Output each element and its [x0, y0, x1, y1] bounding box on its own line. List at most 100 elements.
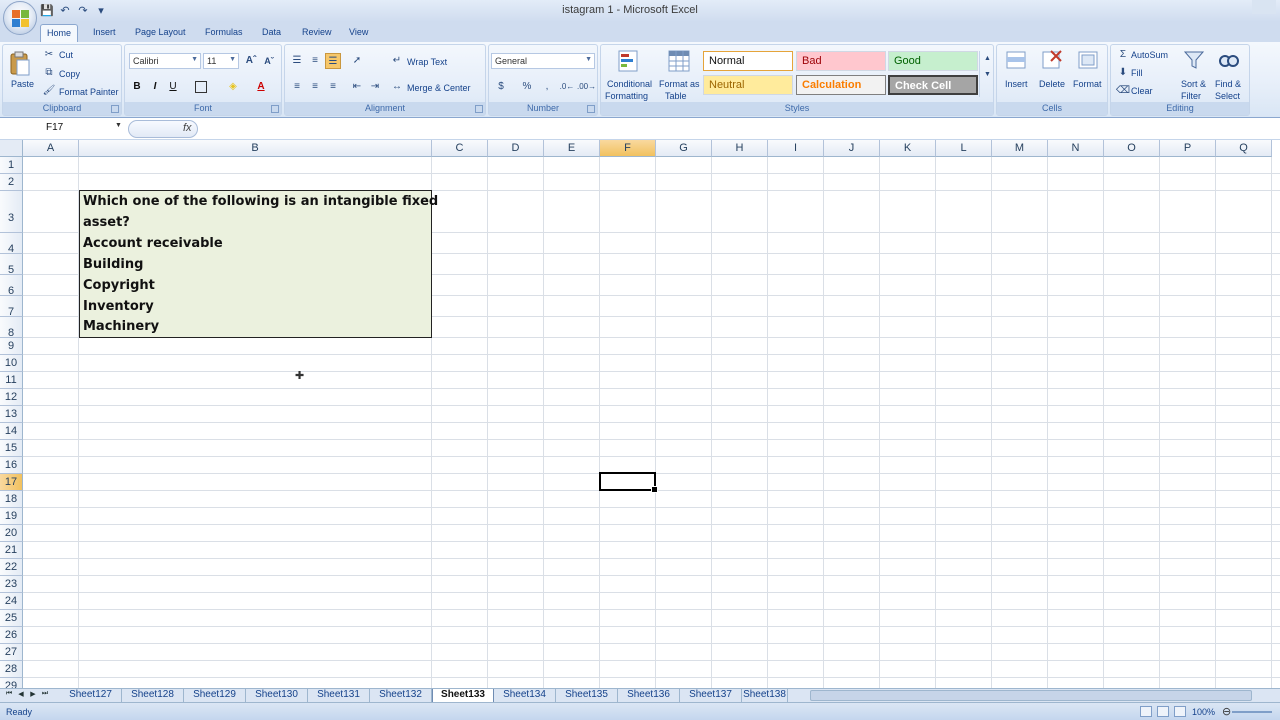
- column-header-l[interactable]: L: [936, 140, 992, 157]
- horizontal-scrollbar[interactable]: [810, 690, 1252, 701]
- row-header-3[interactable]: 3: [0, 191, 23, 233]
- column-header-f[interactable]: F: [600, 140, 656, 157]
- decrease-indent-icon[interactable]: ⇤: [349, 79, 365, 95]
- row-header-21[interactable]: 21: [0, 542, 23, 559]
- increase-decimal-icon[interactable]: .0←: [559, 79, 575, 95]
- wrap-text-button[interactable]: Wrap Text: [407, 57, 447, 67]
- find-select-button-line2[interactable]: Select: [1215, 91, 1240, 101]
- column-header-m[interactable]: M: [992, 140, 1048, 157]
- align-middle-icon[interactable]: ≡: [307, 53, 323, 69]
- paste-button[interactable]: Paste: [11, 79, 34, 89]
- sheet-tab-sheet135[interactable]: Sheet135: [556, 689, 618, 702]
- active-cell-f17[interactable]: [599, 472, 658, 493]
- row-header-11[interactable]: 11: [0, 372, 23, 389]
- style-neutral[interactable]: Neutral: [703, 75, 793, 95]
- first-sheet-icon[interactable]: ⏮: [4, 690, 14, 698]
- insert-function-button[interactable]: fx: [183, 122, 192, 134]
- italic-button[interactable]: I: [147, 79, 163, 95]
- fill-color-icon[interactable]: ◈: [225, 79, 241, 95]
- formula-input[interactable]: [200, 120, 1278, 138]
- row-header-24[interactable]: 24: [0, 593, 23, 610]
- row-header-19[interactable]: 19: [0, 508, 23, 525]
- row-header-16[interactable]: 16: [0, 457, 23, 474]
- row-header-29[interactable]: 29: [0, 678, 23, 688]
- alignment-launcher-icon[interactable]: [475, 105, 483, 113]
- align-center-icon[interactable]: ≡: [307, 79, 323, 95]
- column-header-p[interactable]: P: [1160, 140, 1216, 157]
- row-header-20[interactable]: 20: [0, 525, 23, 542]
- column-header-c[interactable]: C: [432, 140, 488, 157]
- row-header-15[interactable]: 15: [0, 440, 23, 457]
- align-right-icon[interactable]: ≡: [325, 79, 341, 95]
- sheet-tab-sheet136[interactable]: Sheet136: [618, 689, 680, 702]
- column-header-o[interactable]: O: [1104, 140, 1160, 157]
- zoom-out-icon[interactable]: ⊖: [1222, 705, 1231, 718]
- sheet-tab-sheet138[interactable]: Sheet138: [742, 689, 788, 702]
- zoom-slider[interactable]: [1232, 711, 1272, 713]
- font-name-select[interactable]: Calibri ▼: [129, 53, 201, 69]
- worksheet-grid[interactable]: ABCDEFGHIJKLMNOPQ 1 2 3 4 5 6 7 8 9 10 11 12 13 14 15 1…: [0, 140, 1280, 688]
- cut-button[interactable]: Cut: [59, 50, 73, 60]
- row-header-10[interactable]: 10: [0, 355, 23, 372]
- format-as-table-button[interactable]: Format as: [659, 79, 700, 89]
- merge-center-button[interactable]: Merge & Center: [407, 83, 471, 93]
- style-good[interactable]: Good: [888, 51, 978, 71]
- row-header-28[interactable]: 28: [0, 661, 23, 678]
- sheet-tab-sheet133[interactable]: Sheet133: [432, 689, 494, 702]
- tab-page-layout[interactable]: Page Layout: [129, 24, 192, 42]
- sheet-tab-sheet137[interactable]: Sheet137: [680, 689, 742, 702]
- borders-icon[interactable]: [195, 81, 207, 93]
- name-box[interactable]: F17: [2, 121, 126, 137]
- sheet-tab-sheet131[interactable]: Sheet131: [308, 689, 370, 702]
- row-header-25[interactable]: 25: [0, 610, 23, 627]
- comma-button[interactable]: ,: [539, 79, 555, 95]
- column-header-j[interactable]: J: [824, 140, 880, 157]
- page-break-view-icon[interactable]: [1174, 706, 1186, 717]
- paste-icon[interactable]: [9, 51, 35, 76]
- font-size-select[interactable]: 11 ▼: [203, 53, 239, 69]
- conditional-formatting-button[interactable]: Conditional: [607, 79, 652, 89]
- styles-more-icon[interactable]: ▲ ▼: [979, 51, 995, 97]
- column-header-d[interactable]: D: [488, 140, 544, 157]
- format-painter-button[interactable]: Format Painter: [59, 87, 119, 97]
- row-header-26[interactable]: 26: [0, 627, 23, 644]
- bold-button[interactable]: B: [129, 79, 145, 95]
- last-sheet-icon[interactable]: ⏭: [40, 690, 50, 698]
- column-header-i[interactable]: I: [768, 140, 824, 157]
- font-color-button[interactable]: A: [253, 79, 269, 95]
- tab-data[interactable]: Data: [256, 24, 287, 42]
- sheet-tab-sheet132[interactable]: Sheet132: [370, 689, 432, 702]
- normal-view-icon[interactable]: [1140, 706, 1152, 717]
- tab-insert[interactable]: Insert: [87, 24, 122, 42]
- tab-review[interactable]: Review: [296, 24, 338, 42]
- align-top-icon[interactable]: ☰: [289, 53, 305, 69]
- office-button[interactable]: [3, 1, 37, 35]
- font-launcher-icon[interactable]: [271, 105, 279, 113]
- row-header-7[interactable]: 7: [0, 296, 23, 318]
- align-bottom-icon[interactable]: ☰: [325, 53, 341, 69]
- sort-filter-button-line2[interactable]: Filter: [1181, 91, 1201, 101]
- increase-indent-icon[interactable]: ⇥: [367, 79, 383, 95]
- clipboard-launcher-icon[interactable]: [111, 105, 119, 113]
- sort-filter-button[interactable]: Sort &: [1181, 79, 1206, 89]
- row-header-4[interactable]: 4: [0, 233, 23, 255]
- format-as-table-button-line2[interactable]: Table: [665, 91, 687, 101]
- sheet-tab-sheet130[interactable]: Sheet130: [246, 689, 308, 702]
- clear-button[interactable]: Clear: [1131, 86, 1153, 96]
- row-header-18[interactable]: 18: [0, 491, 23, 508]
- row-header-5[interactable]: 5: [0, 254, 23, 276]
- row-header-13[interactable]: 13: [0, 406, 23, 423]
- tab-view[interactable]: View: [343, 24, 374, 42]
- sheet-tab-sheet134[interactable]: Sheet134: [494, 689, 556, 702]
- decrease-decimal-icon[interactable]: .00→: [577, 79, 596, 95]
- prev-sheet-icon[interactable]: ◀: [16, 690, 26, 698]
- zoom-level[interactable]: 100%: [1192, 707, 1215, 717]
- question-cell-range[interactable]: Which one of the following is an intangi…: [79, 190, 438, 338]
- style-normal[interactable]: Normal: [703, 51, 793, 71]
- row-header-12[interactable]: 12: [0, 389, 23, 406]
- copy-button[interactable]: Copy: [59, 69, 80, 79]
- column-header-q[interactable]: Q: [1216, 140, 1272, 157]
- sheet-tab-sheet128[interactable]: Sheet128: [122, 689, 184, 702]
- style-check-cell[interactable]: Check Cell: [888, 75, 978, 95]
- find-select-button[interactable]: Find &: [1215, 79, 1241, 89]
